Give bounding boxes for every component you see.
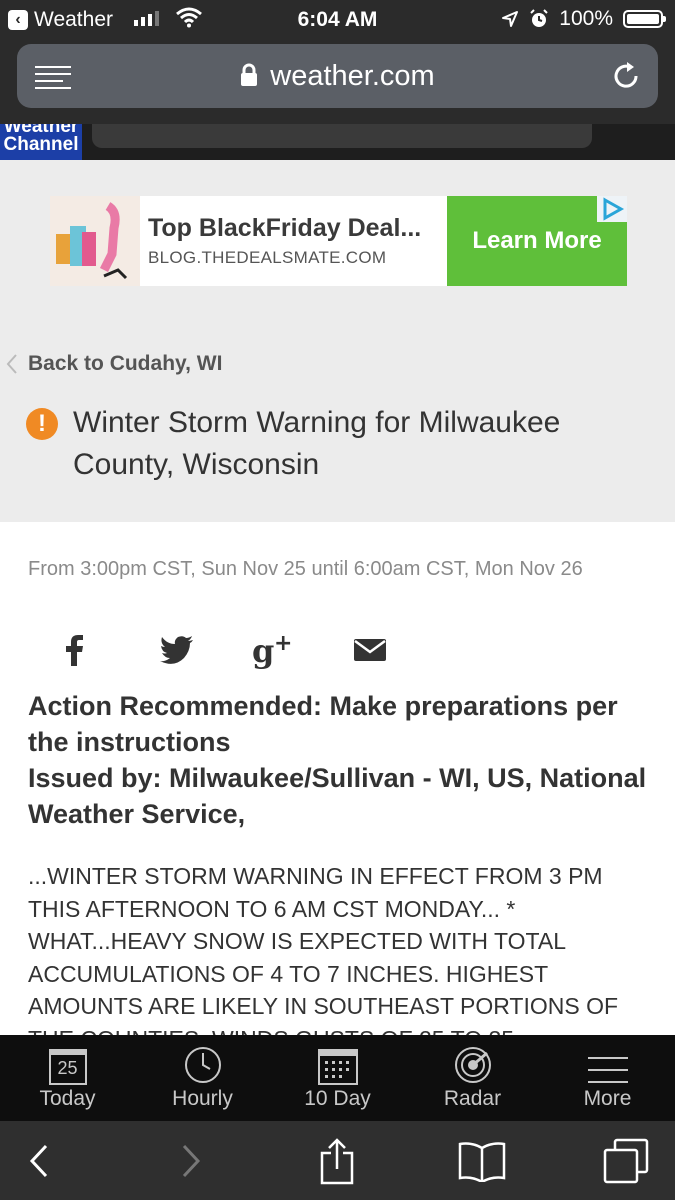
nav-more-label: More — [583, 1087, 632, 1110]
alert-header-section: Top BlackFriday Deal... BLOG.THEDEALSMAT… — [0, 160, 675, 522]
share-button[interactable] — [312, 1121, 362, 1200]
address-text[interactable]: weather.com — [17, 60, 658, 93]
nav-10-day-label: 10 Day — [304, 1087, 371, 1110]
email-share-icon[interactable] — [354, 628, 386, 672]
site-bottom-nav: 25 Today Hourly 10 Day Radar More — [0, 1035, 675, 1121]
chevron-left-icon — [29, 1144, 48, 1177]
warning-icon: ! — [26, 408, 58, 440]
twitter-share-icon[interactable] — [160, 628, 194, 672]
back-link[interactable]: Back to Cudahy, WI — [6, 352, 222, 376]
reload-icon[interactable] — [610, 60, 642, 92]
nav-more[interactable]: More — [540, 1035, 675, 1121]
nav-today-label: Today — [39, 1087, 96, 1110]
back-link-label: Back to Cudahy, WI — [28, 352, 223, 375]
nav-hourly-label: Hourly — [172, 1087, 233, 1110]
battery-icon — [623, 10, 666, 28]
browser-chrome-top: weather.com — [0, 38, 675, 124]
tabs-button[interactable] — [596, 1121, 656, 1200]
svg-text:+: + — [274, 631, 292, 656]
chevron-right-icon — [182, 1144, 201, 1177]
browser-toolbar — [0, 1121, 675, 1200]
lock-icon — [241, 63, 258, 86]
site-search-bar[interactable] — [92, 124, 592, 148]
issued-by-line: Issued by: Milwaukee/Sullivan - WI, US, … — [28, 763, 647, 829]
alert-body-text: ...WINTER STORM WARNING IN EFFECT FROM 3… — [28, 863, 619, 1035]
share-bar: g + — [0, 628, 675, 672]
alarm-icon — [530, 9, 548, 27]
chevron-left-icon — [6, 354, 17, 374]
adchoices-icon[interactable] — [597, 196, 627, 222]
ad-banner[interactable]: Top BlackFriday Deal... BLOG.THEDEALSMAT… — [50, 196, 627, 286]
location-icon — [502, 11, 519, 27]
ad-image — [50, 196, 140, 286]
ad-url: BLOG.THEDEALSMATE.COM — [148, 248, 387, 267]
battery-percent: 100% — [559, 7, 613, 30]
menu-icon — [587, 1057, 628, 1083]
logo-line-2: Channel — [3, 134, 79, 155]
ad-title: Top BlackFriday Deal... — [148, 214, 422, 242]
radar-icon — [454, 1047, 491, 1083]
calendar-grid-icon — [317, 1049, 358, 1085]
bookmarks-button[interactable] — [452, 1121, 512, 1200]
share-icon — [320, 1137, 354, 1184]
address-bar[interactable]: weather.com — [17, 44, 658, 108]
nav-10-day[interactable]: 10 Day — [270, 1035, 405, 1121]
clock-icon — [184, 1047, 221, 1083]
facebook-share-icon[interactable] — [64, 628, 84, 672]
site-header: Weather Channel — [0, 124, 675, 160]
address-domain: weather.com — [270, 60, 435, 92]
today-date: 25 — [57, 1058, 78, 1078]
status-bar: ‹ Weather 6:04 AM 100% — [0, 0, 675, 38]
svg-text:g: g — [252, 632, 274, 670]
weather-channel-logo[interactable]: Weather Channel — [0, 124, 82, 160]
action-recommended: Action Recommended: Make preparations pe… — [28, 688, 648, 832]
book-icon — [458, 1141, 506, 1182]
back-button[interactable] — [14, 1121, 64, 1200]
alert-title: Winter Storm Warning for Milwaukee Count… — [73, 406, 561, 481]
alert-date-range: From 3:00pm CST, Sun Nov 25 until 6:00am… — [28, 558, 583, 580]
google-plus-share-icon[interactable]: g + — [252, 628, 296, 672]
tabs-icon — [603, 1138, 649, 1183]
forward-button[interactable] — [166, 1121, 216, 1200]
nav-today[interactable]: 25 Today — [0, 1035, 135, 1121]
nav-hourly[interactable]: Hourly — [135, 1035, 270, 1121]
action-recommended-line: Action Recommended: Make preparations pe… — [28, 691, 618, 757]
nav-radar-label: Radar — [443, 1087, 502, 1110]
nav-radar[interactable]: Radar — [405, 1035, 540, 1121]
calendar-day-icon: 25 — [48, 1049, 87, 1085]
